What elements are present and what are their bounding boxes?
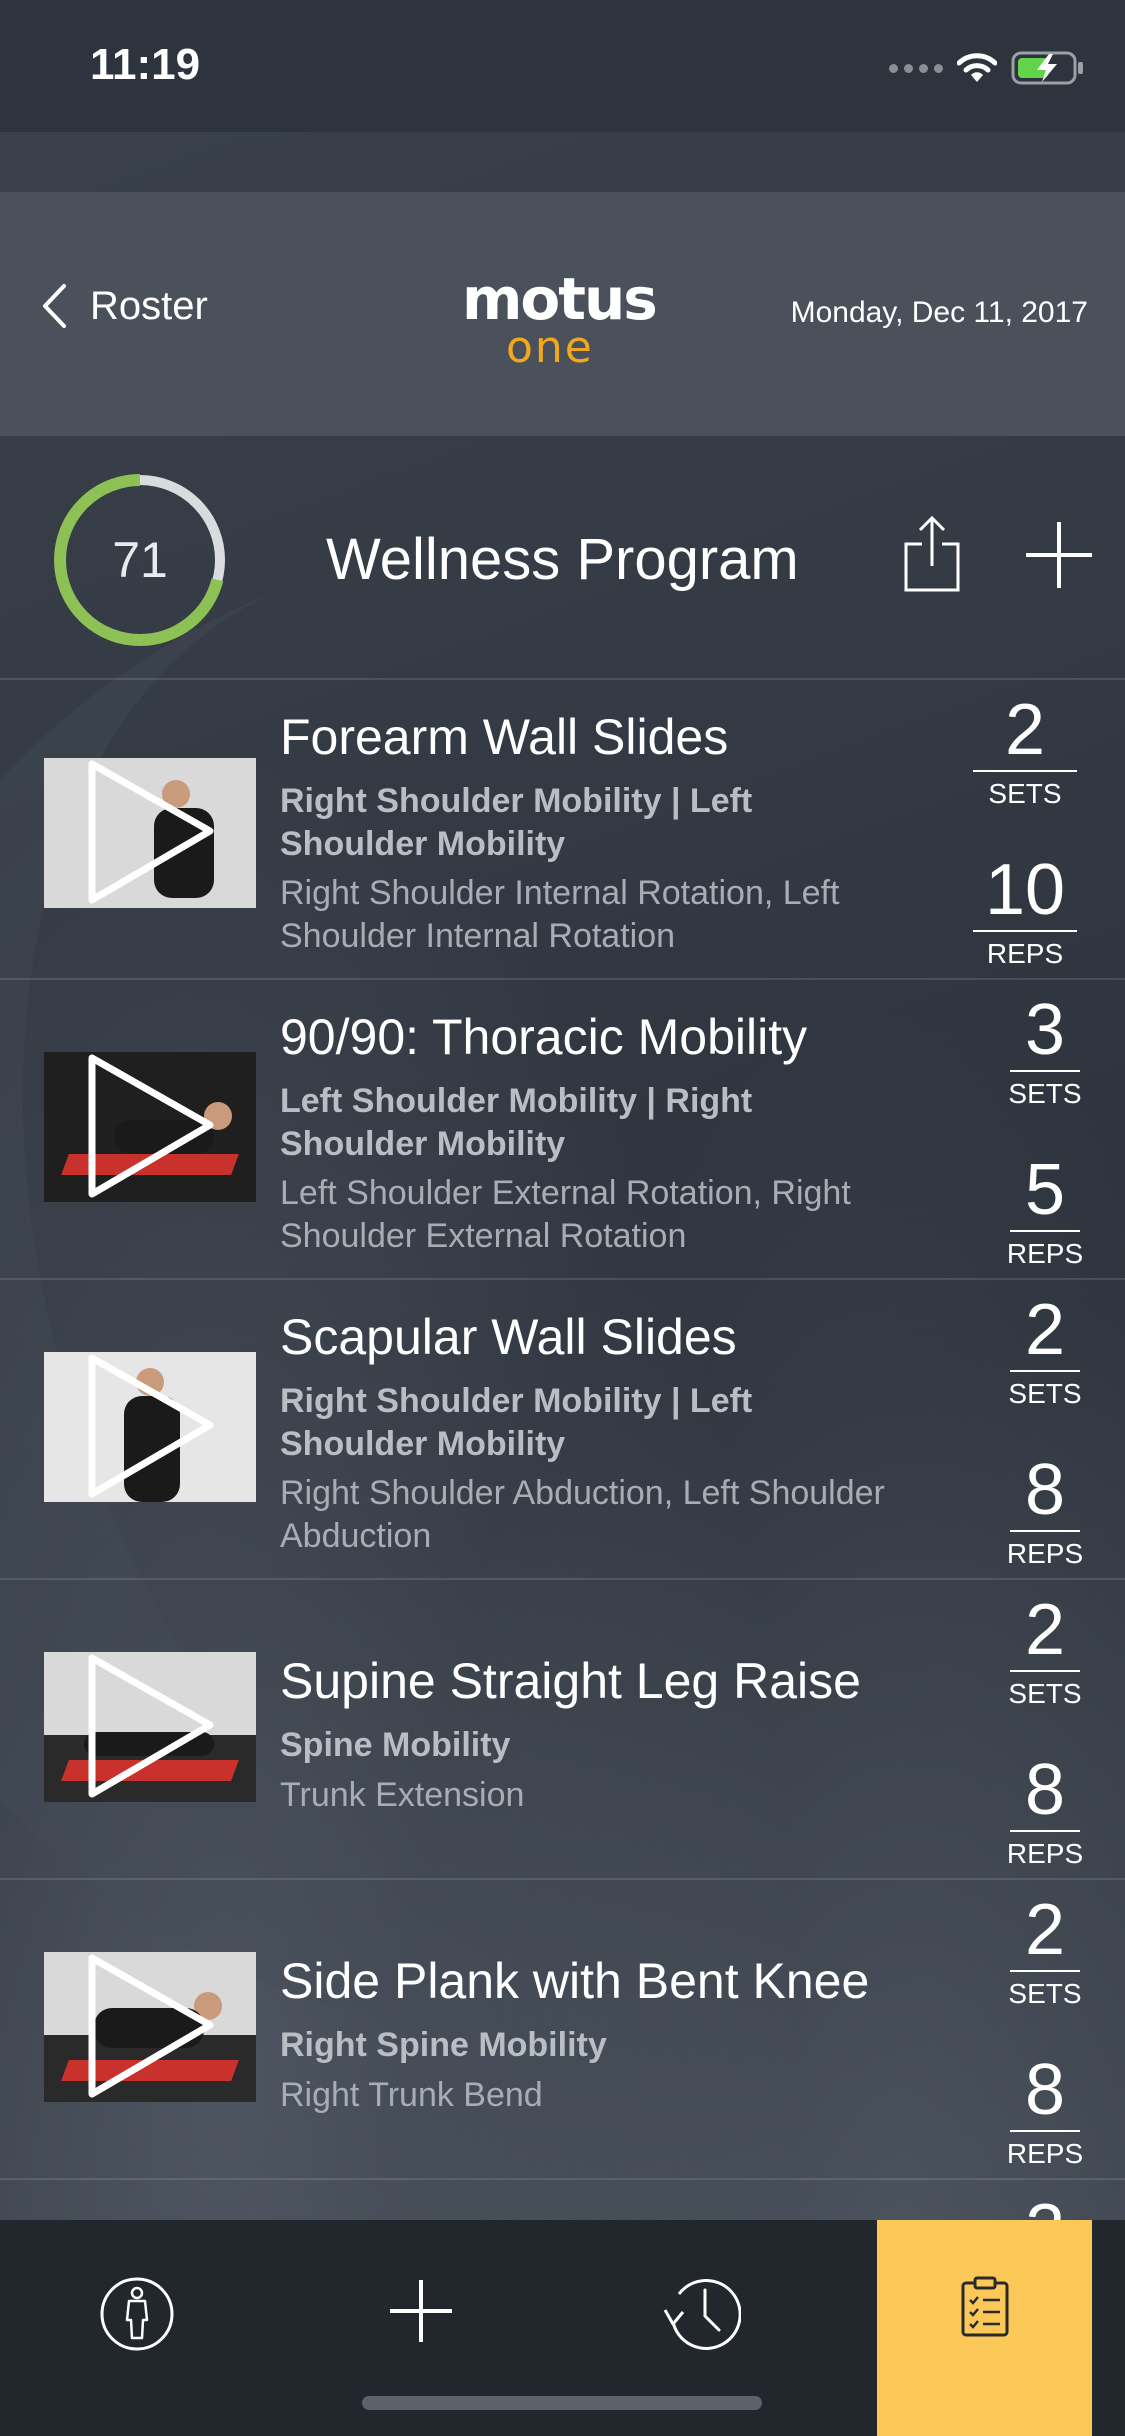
sets-label: SETS [1008,1378,1082,1409]
share-icon[interactable] [900,514,964,594]
exercise-name: Supine Straight Leg Raise [280,1653,861,1709]
reps-metric: 5 REPS [990,1150,1100,1276]
sets-value: 2 [1024,1590,1066,1670]
exercise-detail: Trunk Extension [280,1776,525,1814]
exercise-mobility: Right Spine Mobility [280,2026,607,2064]
exercise-list: Forearm Wall Slides Right Shoulder Mobil… [0,678,1125,2270]
logo-text-bottom: one [506,322,594,373]
sets-value: 2 [1004,690,1046,770]
exercise-mobility: Right Shoulder Mobility | Left Shoulder … [280,1382,753,1463]
reps-value: 8 [1024,2050,1066,2130]
exercise-mobility: Spine Mobility [280,1726,511,1764]
play-icon[interactable] [44,1952,256,2102]
play-icon[interactable] [44,1052,256,1202]
home-indicator [362,2396,762,2410]
sets-label: SETS [1008,1678,1082,1709]
battery-charging-icon [1011,51,1083,85]
exercise-name: 90/90: Thoracic Mobility [280,1009,808,1065]
exercise-row[interactable]: Supine Straight Leg Raise Spine Mobility… [0,1578,1125,1878]
body-icon [100,2277,174,2351]
reps-label: REPS [1006,1838,1084,1869]
reps-label: REPS [1006,1238,1084,1269]
reps-value: 8 [1024,1450,1066,1530]
play-icon[interactable] [44,758,256,908]
motus-one-logo: motus one [462,265,672,370]
add-exercise-icon[interactable] [1024,520,1094,590]
clipboard-checklist-icon [961,2276,1008,2337]
status-icons [889,48,1085,88]
exercise-row[interactable]: Side Plank with Bent Knee Right Spine Mo… [0,1878,1125,2178]
reps-metric: 8 REPS [990,2050,1100,2176]
logo-text-top: motus [462,265,658,333]
sets-metric: 3 SETS [990,990,1100,1116]
sets-metric: 2 SETS [990,1590,1100,1716]
program-title: Wellness Program [326,527,799,592]
play-icon[interactable] [44,1652,256,1802]
reps-label: REPS [986,938,1064,969]
sets-metric: 2 SETS [990,1890,1100,2016]
reps-metric: 8 REPS [990,1450,1100,1576]
status-bar: 11:19 [0,0,1125,132]
exercise-detail: Right Shoulder Internal Rotation, Left S… [280,874,840,955]
exercise-name: Side Plank with Bent Knee [280,1953,870,2009]
reps-metric: 8 REPS [990,1750,1100,1876]
program-header: 71 Wellness Program [0,436,1125,680]
exercise-name: Forearm Wall Slides [280,709,729,765]
reps-value: 5 [1024,1150,1066,1230]
play-icon[interactable] [44,1352,256,1502]
sets-value: 3 [1024,990,1066,1070]
reps-metric: 10 REPS [970,850,1080,976]
sets-label: SETS [988,778,1062,809]
sets-value: 2 [1024,1890,1066,1970]
back-button[interactable]: Roster [40,282,208,330]
plus-icon [390,2280,452,2342]
exercise-mobility: Left Shoulder Mobility | Right Shoulder … [280,1082,753,1163]
sets-metric: 2 SETS [970,690,1080,816]
navigation-header: Roster motus one Monday, Dec 11, 2017 [0,192,1125,436]
status-time: 11:19 [90,40,201,89]
score-value: 71 [112,532,168,588]
sets-label: SETS [1008,1078,1082,1109]
back-label: Roster [90,283,208,328]
exercise-detail: Right Shoulder Abduction, Left Shoulder … [280,1474,885,1555]
sets-label: SETS [1008,1978,1082,2009]
sets-value: 2 [1024,1290,1066,1370]
sets-metric: 2 SETS [990,1290,1100,1416]
reps-label: REPS [1006,2138,1084,2169]
header-date: Monday, Dec 11, 2017 [790,296,1088,329]
reps-value: 8 [1024,1750,1066,1830]
tab-body[interactable] [0,2220,274,2436]
exercise-row[interactable]: Forearm Wall Slides Right Shoulder Mobil… [0,678,1125,978]
wifi-icon [957,53,997,82]
exercise-mobility: Right Shoulder Mobility | Left Shoulder … [280,782,753,863]
tab-program[interactable] [877,2220,1092,2436]
exercise-name: Scapular Wall Slides [280,1309,737,1365]
reps-label: REPS [1006,1538,1084,1569]
exercise-row[interactable]: 90/90: Thoracic Mobility Left Shoulder M… [0,978,1125,1278]
cellular-signal-icon [889,63,943,73]
chevron-left-icon [43,284,66,328]
exercise-detail: Left Shoulder External Rotation, Right S… [280,1174,851,1255]
exercise-row[interactable]: Scapular Wall Slides Right Shoulder Mobi… [0,1278,1125,1578]
history-icon [663,2279,741,2350]
reps-value: 10 [984,850,1066,930]
exercise-detail: Right Trunk Bend [280,2076,543,2114]
